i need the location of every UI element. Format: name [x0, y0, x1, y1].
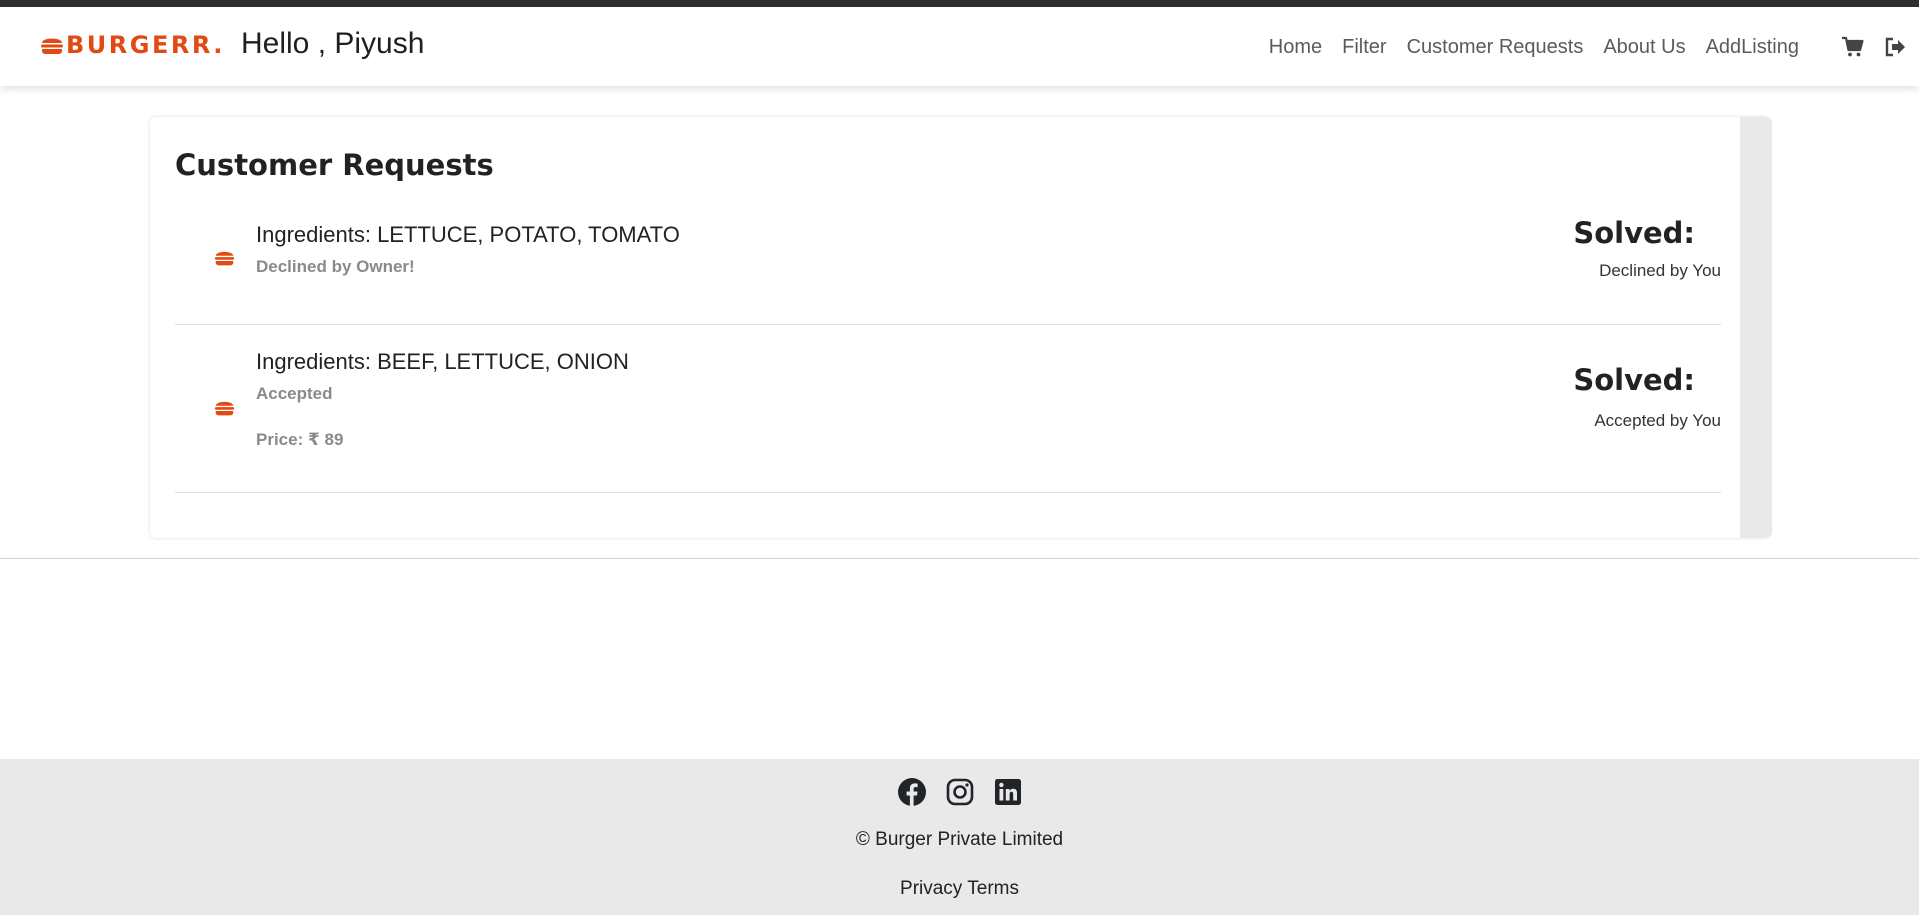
- request-status: Declined by Owner!: [256, 257, 415, 276]
- facebook-icon[interactable]: [897, 777, 927, 807]
- nav-icons: [1841, 35, 1907, 59]
- brand-name: BURGERR.: [66, 31, 225, 59]
- nav-customer-requests[interactable]: Customer Requests: [1397, 35, 1594, 59]
- divider: [0, 558, 1919, 559]
- navbar: BURGERR. Hello , Piyush Home Filter Cust…: [0, 7, 1919, 86]
- copyright: © Burger Private Limited: [855, 829, 1064, 850]
- nav-add-listing[interactable]: AddListing: [1696, 35, 1809, 59]
- brand-logo[interactable]: BURGERR.: [40, 33, 225, 57]
- card-scroll-track[interactable]: [1740, 117, 1772, 538]
- legal-links: Privacy Terms: [0, 878, 1919, 900]
- solved-note: Declined by You: [1599, 261, 1721, 280]
- request-item: Ingredients: BEEF, LETTUCE, ONION Accept…: [175, 325, 1721, 493]
- burger-icon: [214, 401, 235, 416]
- logout-icon[interactable]: [1883, 35, 1907, 59]
- solved-label: Solved:: [1573, 363, 1695, 397]
- linkedin-icon[interactable]: [993, 777, 1023, 807]
- request-item: Ingredients: LETTUCE, POTATO, TOMATO Dec…: [175, 205, 1721, 325]
- nav-filter[interactable]: Filter: [1332, 35, 1396, 59]
- request-status: Accepted: [256, 384, 333, 403]
- burger-icon: [214, 251, 235, 266]
- nav-home[interactable]: Home: [1259, 35, 1332, 59]
- nav-about-us[interactable]: About Us: [1593, 35, 1695, 59]
- burger-icon: [41, 38, 63, 54]
- main-nav: Home Filter Customer Requests About Us A…: [1259, 35, 1809, 59]
- request-price: Price: ₹ 89: [256, 430, 344, 449]
- page-title: Customer Requests: [175, 148, 494, 182]
- social-links: [0, 777, 1919, 807]
- request-ingredients: Ingredients: LETTUCE, POTATO, TOMATO: [256, 222, 680, 247]
- greeting: Hello , Piyush: [241, 27, 425, 60]
- top-strip: [0, 0, 1919, 7]
- footer: © Burger Private Limited Privacy Terms: [0, 759, 1919, 915]
- cart-icon[interactable]: [1841, 35, 1865, 59]
- solved-label: Solved:: [1573, 216, 1695, 250]
- request-ingredients: Ingredients: BEEF, LETTUCE, ONION: [256, 349, 629, 374]
- instagram-icon[interactable]: [945, 777, 975, 807]
- privacy-link[interactable]: Privacy: [900, 878, 962, 899]
- terms-link[interactable]: Terms: [967, 878, 1019, 899]
- solved-note: Accepted by You: [1594, 411, 1721, 430]
